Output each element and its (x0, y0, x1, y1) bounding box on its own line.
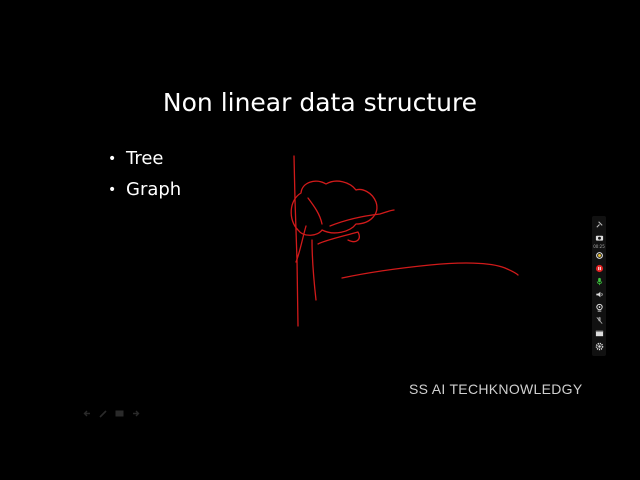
webcam-icon[interactable] (593, 301, 605, 313)
previous-arrow-icon[interactable] (82, 404, 93, 417)
mic-off-icon[interactable] (593, 314, 605, 326)
ink-stroke-ground-line (341, 262, 519, 279)
volume-icon[interactable] (593, 288, 605, 300)
settings-icon[interactable] (593, 340, 605, 352)
ink-stroke-tree-crown (290, 180, 378, 236)
ink-stroke-trunk-left (295, 225, 307, 263)
slides-icon[interactable] (114, 404, 125, 417)
pen-icon[interactable] (98, 404, 109, 418)
recorder-toolbar: 00:25 (592, 216, 606, 356)
microphone-icon[interactable] (593, 275, 605, 287)
ink-stroke-trunk-right (311, 239, 317, 301)
layout-icon[interactable] (593, 327, 605, 339)
ink-stroke-trunk-join (317, 231, 360, 245)
slide-controls (82, 404, 141, 418)
channel-watermark: SS AI TECHKNOWLEDGY (409, 381, 583, 397)
record-icon[interactable] (593, 262, 605, 274)
camera-icon[interactable] (593, 231, 605, 243)
ink-stroke-vertical-line (293, 155, 299, 327)
brightness-icon[interactable] (593, 249, 605, 261)
pin-icon[interactable] (593, 218, 605, 230)
ink-stroke-branch-left (307, 197, 323, 225)
next-arrow-icon[interactable] (130, 404, 141, 417)
